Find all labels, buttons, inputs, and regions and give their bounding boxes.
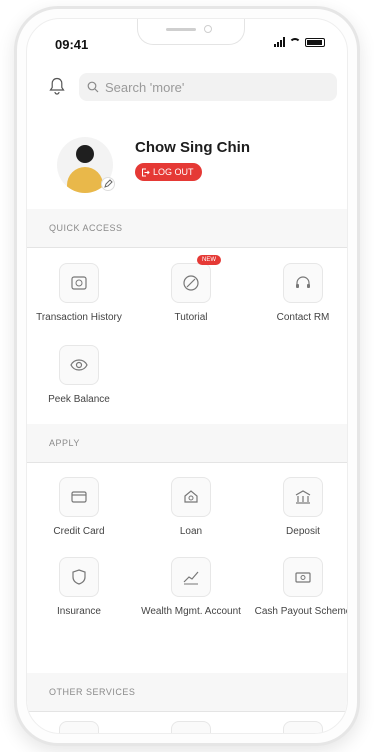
cash-icon — [283, 557, 323, 597]
tile-tutorial[interactable]: NEW Tutorial — [141, 255, 241, 324]
logout-button[interactable]: LOG OUT — [135, 163, 202, 181]
tile-label: Wealth Mgmt. Account — [141, 606, 241, 617]
wealth-icon — [171, 557, 211, 597]
home-icon — [171, 721, 211, 733]
battery-icon — [305, 37, 325, 47]
app-screen: 09:41 Search 'more' Chow Sing Chin LOG O… — [26, 18, 348, 734]
logout-label: LOG OUT — [153, 167, 194, 177]
new-badge: NEW — [197, 255, 221, 265]
section-header-apply: APPLY — [27, 424, 347, 462]
credit-card-icon — [59, 477, 99, 517]
tile-other-service[interactable] — [141, 721, 241, 733]
tile-contact-rm[interactable]: Contact RM — [253, 263, 347, 324]
phone-frame: 09:41 Search 'more' Chow Sing Chin LOG O… — [14, 6, 360, 746]
tile-cash-payout-scheme[interactable]: Cash Payout Scheme — [253, 557, 348, 618]
loan-icon — [171, 477, 211, 517]
profile-section: Chow Sing Chin LOG OUT — [27, 129, 347, 209]
tile-label: Loan — [179, 526, 203, 537]
user-name: Chow Sing Chin — [135, 139, 250, 156]
section-header-quick-access: QUICK ACCESS — [27, 209, 347, 247]
camera-icon — [204, 25, 212, 33]
status-time: 09:41 — [55, 37, 89, 52]
search-icon — [87, 81, 99, 93]
tile-other-service[interactable] — [253, 721, 347, 733]
divider — [27, 462, 347, 463]
signal-icon — [274, 37, 285, 47]
top-bar — [27, 69, 347, 103]
tile-transaction-history[interactable]: Transaction History — [29, 263, 129, 324]
notch — [137, 19, 245, 45]
tile-label: Credit Card — [53, 526, 105, 537]
dollar-icon — [59, 721, 99, 733]
search-bar[interactable] — [79, 73, 337, 101]
section-header-other-services: OTHER SERVICES — [27, 673, 347, 711]
tutorial-icon — [171, 263, 211, 303]
speaker-icon — [166, 28, 196, 31]
tile-loan[interactable]: Loan — [141, 477, 241, 538]
tile-insurance[interactable]: Insurance — [29, 557, 129, 618]
wifi-icon — [289, 37, 301, 47]
shield-icon — [59, 557, 99, 597]
bell-icon[interactable] — [49, 77, 65, 95]
logout-icon — [142, 168, 150, 176]
divider — [27, 247, 347, 248]
status-icons — [274, 37, 325, 47]
tile-deposit[interactable]: Deposit — [253, 477, 347, 538]
tile-label: Cash Payout Scheme — [254, 606, 348, 617]
tile-label: Deposit — [286, 526, 320, 537]
support-icon — [283, 721, 323, 733]
transaction-history-icon — [59, 263, 99, 303]
tile-label: Insurance — [57, 606, 101, 617]
status-bar: 09:41 — [27, 19, 347, 63]
tile-wealth-mgmt-account[interactable]: Wealth Mgmt. Account — [141, 557, 241, 618]
tile-label: Transaction History — [36, 312, 122, 323]
deposit-icon — [283, 477, 323, 517]
tile-peek-balance[interactable]: Peek Balance — [29, 345, 129, 406]
tile-other-service[interactable] — [29, 721, 129, 733]
search-input[interactable] — [105, 79, 305, 95]
divider — [27, 711, 347, 712]
eye-icon — [59, 345, 99, 385]
edit-icon[interactable] — [101, 177, 115, 191]
tile-label: Contact RM — [276, 312, 330, 323]
tile-label: Peek Balance — [48, 394, 110, 405]
headset-icon — [283, 263, 323, 303]
tile-credit-card[interactable]: Credit Card — [29, 477, 129, 538]
tile-label: Tutorial — [174, 312, 208, 323]
